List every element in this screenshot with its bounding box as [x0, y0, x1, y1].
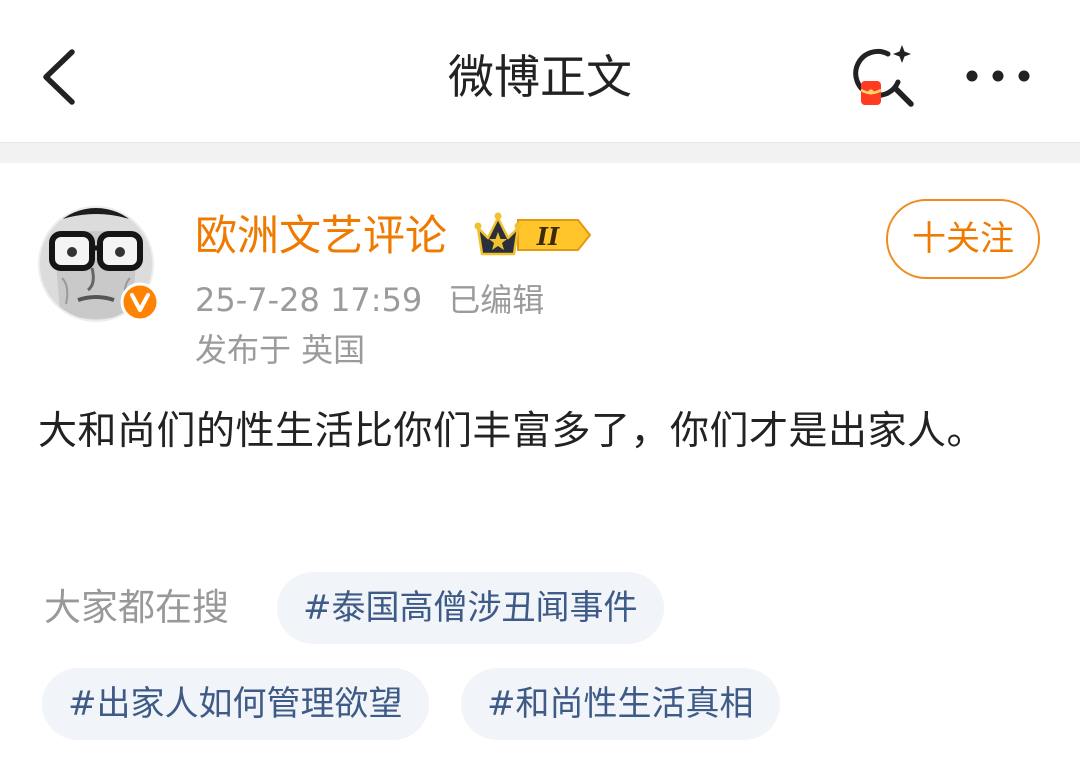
author-name[interactable]: 欧洲文艺评论: [195, 208, 447, 264]
post-location: 发布于 英国: [195, 331, 366, 369]
author-avatar-wrap[interactable]: [38, 206, 162, 330]
crown-level-badge-icon: II: [474, 212, 592, 256]
post-timestamp: 25-7-28 17:59: [195, 281, 423, 319]
top-nav-bar: 微博正文: [0, 0, 1080, 142]
chevron-left-icon: [43, 49, 75, 105]
post-meta: 25-7-28 17:59 已编辑: [195, 278, 544, 322]
more-dots-icon: [966, 70, 1030, 82]
back-button[interactable]: [30, 42, 94, 112]
more-options-button[interactable]: [955, 50, 1045, 102]
v-verified-icon: [120, 282, 160, 322]
follow-button[interactable]: 十关注: [886, 199, 1040, 279]
edited-label: 已编辑: [448, 281, 545, 319]
section-divider: [0, 142, 1080, 163]
hashtag-pill[interactable]: #泰国高僧涉丑闻事件: [277, 572, 664, 644]
post-content: 大和尚们的性生活比你们丰富多了，你们才是出家人。: [38, 409, 987, 454]
hashtag-pill[interactable]: #和尚性生活真相: [461, 668, 780, 740]
search-button[interactable]: [840, 40, 920, 112]
search-sparkle-icon: [853, 45, 914, 107]
hashtag-pill[interactable]: #出家人如何管理欲望: [42, 668, 429, 740]
trending-search-label: 大家都在搜: [44, 586, 229, 629]
level-badge-text: II: [536, 222, 560, 251]
